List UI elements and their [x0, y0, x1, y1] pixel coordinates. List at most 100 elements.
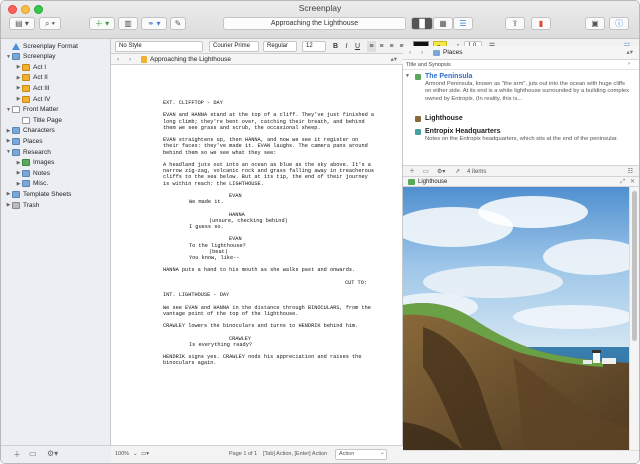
size-select[interactable]: 12: [302, 41, 326, 52]
align-right-icon: ≡: [389, 43, 394, 50]
editor-nav-arrows[interactable]: ▴▾: [390, 54, 397, 65]
footer-options-button[interactable]: ▭▾: [141, 451, 149, 457]
add-button[interactable]: ＋ ▾: [89, 17, 115, 30]
close-icon[interactable]: ✕: [630, 177, 635, 187]
disclosure-closed-icon[interactable]: ▶: [15, 75, 22, 81]
script-scene[interactable]: EXT. CLIFFTOP - DAY: [163, 100, 377, 106]
script-action[interactable]: EVAN straightens up, then HANNA, and now…: [163, 137, 377, 156]
binder-actions-button[interactable]: ⚙▾: [47, 449, 58, 458]
script-dialogue[interactable]: Is everything ready?: [163, 342, 377, 348]
disclosure-open-icon[interactable]: ▼: [405, 73, 410, 81]
align-center-button[interactable]: ≡: [377, 41, 386, 52]
binder-item-label: Act IV: [33, 95, 51, 103]
underline-button[interactable]: U: [353, 41, 362, 52]
act-icon: [22, 95, 30, 103]
trash-button[interactable]: ▥: [118, 17, 138, 30]
italic-button[interactable]: I: [342, 41, 351, 52]
gear-icon: ⚙▾: [437, 169, 446, 175]
binder-item[interactable]: ▶ Act II: [1, 73, 48, 83]
disclosure-closed-icon[interactable]: ▶: [15, 160, 22, 166]
binder-item[interactable]: ▶ Act I: [1, 62, 46, 72]
disclosure-open-icon[interactable]: ▼: [5, 54, 12, 60]
split-view-button[interactable]: ▐▌: [411, 17, 433, 30]
place-item[interactable]: Entropix Headquarters Notes on the Entrop…: [415, 128, 629, 143]
script-scene[interactable]: INT. LIGHTHOUSE - DAY: [163, 292, 377, 298]
binder-toggle-button[interactable]: ▤ ▾: [9, 17, 35, 30]
binder-item[interactable]: ▶ Trash: [1, 200, 39, 210]
place-synopsis: Notes on the Entropix headquarters, whic…: [425, 135, 619, 142]
bookmark-button[interactable]: ▮: [531, 17, 551, 30]
disclosure-closed-icon[interactable]: ▶: [5, 128, 12, 134]
script-transition[interactable]: CUT TO:: [163, 280, 377, 286]
search-button[interactable]: ⌕ ▾: [39, 17, 61, 30]
add-item-button[interactable]: ＋: [13, 449, 21, 460]
place-item[interactable]: Lighthouse: [415, 115, 629, 123]
app-window: Screenplay ▤ ▾ ⌕ ▾ ＋ ▾ ▥ ⚭ ▾ ✎ Approachi…: [0, 0, 640, 464]
inspector-nav-arrows[interactable]: ▴▾: [626, 46, 633, 60]
image-vertical-scrollbar[interactable]: [629, 187, 639, 450]
binder-item[interactable]: ▼ Screenplay: [1, 52, 56, 62]
forward-button[interactable]: ›: [129, 54, 131, 65]
style-select[interactable]: No Style: [115, 41, 203, 52]
screenplay-text[interactable]: EXT. CLIFFTOP - DAY EVAN and HANNA stand …: [163, 100, 377, 373]
script-dialogue[interactable]: We made it.: [163, 199, 377, 205]
disclosure-closed-icon[interactable]: ▶: [15, 64, 22, 70]
disclosure-closed-icon[interactable]: ▶: [5, 191, 12, 197]
disclosure-closed-icon[interactable]: ▶: [15, 96, 22, 102]
align-right-button[interactable]: ≡: [387, 41, 396, 52]
image-horizontal-scrollbar[interactable]: [403, 450, 639, 463]
script-editor[interactable]: EXT. CLIFFTOP - DAY EVAN and HANNA stand …: [111, 65, 403, 445]
scroll-thumb[interactable]: [632, 191, 637, 341]
outliner-button[interactable]: ☰: [453, 17, 473, 30]
corkboard-button[interactable]: ▦: [433, 17, 453, 30]
script-action[interactable]: CRAWLEY lowers the binoculars and turns …: [163, 323, 377, 329]
binder-item[interactable]: ▶ Places: [1, 136, 43, 146]
inspector-forward-button[interactable]: ›: [421, 46, 423, 60]
binder-item-label: Characters: [23, 127, 55, 135]
binder-item[interactable]: Screenplay Format: [1, 41, 78, 51]
disclosure-closed-icon[interactable]: ▶: [15, 170, 22, 176]
inspector-back-button[interactable]: ‹: [409, 46, 411, 60]
info-button[interactable]: ⓘ: [609, 17, 629, 30]
bold-button[interactable]: B: [331, 41, 340, 52]
disclosure-open-icon[interactable]: ▼: [5, 149, 12, 155]
zoom-select[interactable]: 100%: [115, 451, 129, 457]
disclosure-closed-icon[interactable]: ▶: [15, 85, 22, 91]
info-icon: ⓘ: [615, 19, 623, 28]
binder-item[interactable]: ▶ Act IV: [1, 94, 50, 104]
document-title-field[interactable]: Approaching the Lighthouse: [223, 17, 406, 30]
script-dialogue[interactable]: I guess so.: [163, 224, 377, 230]
binder-item[interactable]: ▼ Research: [1, 147, 51, 157]
binder-item[interactable]: ▶ Misc.: [1, 179, 48, 189]
expand-icon[interactable]: ⤢: [620, 177, 625, 187]
binder-item[interactable]: ▶ Images: [1, 158, 54, 168]
back-button[interactable]: ‹: [117, 54, 119, 65]
binder-item[interactable]: ▶ Notes: [1, 168, 50, 178]
inspector-toggle-button[interactable]: ▣: [585, 17, 605, 30]
align-left-button[interactable]: ≡: [367, 41, 376, 52]
collapse-chevron-icon[interactable]: ›: [628, 61, 630, 67]
script-action[interactable]: A headland juts out into an ocean as blu…: [163, 162, 377, 187]
binder-item[interactable]: ▼ Front Matter: [1, 105, 58, 115]
script-action[interactable]: We see EVAN and HANNA in the distance th…: [163, 305, 377, 317]
binder-item[interactable]: ▶ Template Sheets: [1, 189, 71, 199]
compose-button[interactable]: ✎: [170, 17, 186, 30]
disclosure-closed-icon[interactable]: ▶: [15, 181, 22, 187]
script-action[interactable]: EVAN and HANNA stand at the top of a cli…: [163, 112, 377, 131]
disclosure-closed-icon[interactable]: ▶: [5, 202, 12, 208]
script-action[interactable]: HANNA puts a hand to his mouth as she wa…: [163, 267, 377, 273]
binder-item[interactable]: ▶ Act III: [1, 83, 50, 93]
share-button[interactable]: ⇪: [505, 17, 525, 30]
place-item[interactable]: ▼ The Peninsula Armond Peninsula, known as…: [405, 73, 629, 103]
add-folder-button[interactable]: ▭: [29, 449, 37, 458]
weight-select[interactable]: Regular: [263, 41, 297, 52]
place-icon: [415, 128, 421, 135]
font-select[interactable]: Courier Prime: [209, 41, 259, 52]
script-dialogue[interactable]: You know, like--: [163, 255, 377, 261]
disclosure-closed-icon[interactable]: ▶: [5, 138, 12, 144]
disclosure-open-icon[interactable]: ▼: [5, 107, 12, 113]
link-button[interactable]: ⚭ ▾: [141, 17, 167, 30]
script-action[interactable]: HENDRIK signs yes. CRAWLEY nods his appr…: [163, 354, 377, 366]
binder-item[interactable]: ▶ Characters: [1, 126, 55, 136]
binder-item[interactable]: Title Page: [1, 115, 62, 125]
